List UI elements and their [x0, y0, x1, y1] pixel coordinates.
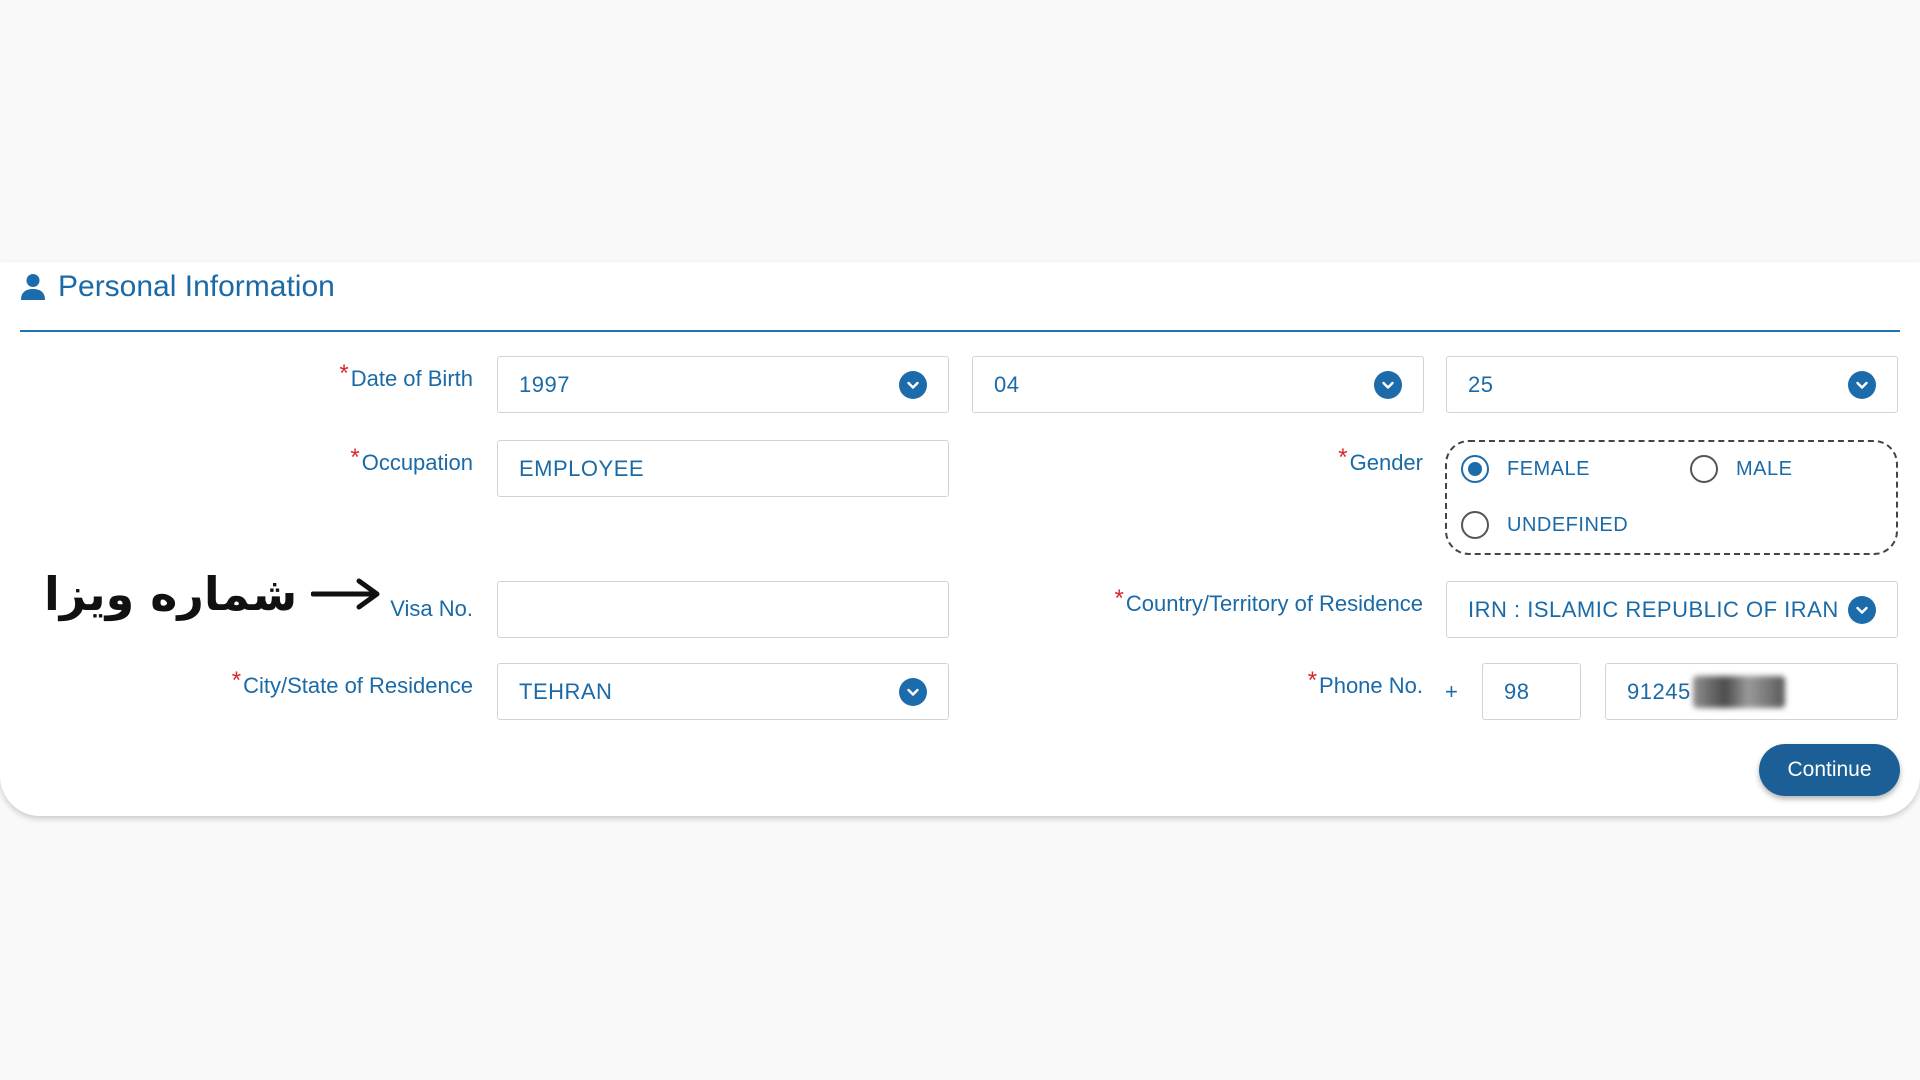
gender-option-male[interactable]: MALE — [1690, 455, 1792, 483]
phone-label: *Phone No. — [1307, 667, 1423, 698]
birth-day-value: 25 — [1468, 371, 1494, 397]
person-icon — [21, 274, 45, 300]
visa-no-label: Visa No. — [390, 596, 473, 621]
section-header: Personal Information — [20, 270, 335, 304]
phone-plus-sign: + — [1445, 679, 1458, 704]
occupation-label: *Occupation — [350, 444, 473, 475]
required-asterisk: * — [1307, 667, 1318, 694]
required-asterisk: * — [339, 360, 349, 387]
chevron-down-icon — [1848, 370, 1876, 399]
required-asterisk: * — [350, 444, 360, 471]
city-label: *City/State of Residence — [231, 667, 473, 698]
section-title: Personal Information — [58, 270, 335, 303]
country-value: IRN : ISLAMIC REPUBLIC OF IRAN — [1468, 596, 1839, 622]
chevron-down-icon — [899, 677, 927, 706]
birth-year-select[interactable]: 1997 — [497, 356, 949, 413]
birth-month-select[interactable]: 04 — [972, 356, 1424, 413]
gender-option-undefined[interactable]: UNDEFINED — [1461, 511, 1628, 539]
phone-country-code-input[interactable]: 98 — [1482, 663, 1581, 720]
chevron-down-icon — [1374, 370, 1402, 399]
birth-day-select[interactable]: 25 — [1446, 356, 1898, 413]
radio-selected-icon[interactable] — [1461, 455, 1489, 483]
city-value: TEHRAN — [519, 678, 613, 704]
country-label: *Country/Territory of Residence — [1114, 585, 1423, 616]
required-asterisk: * — [231, 667, 242, 694]
occupation-value: EMPLOYEE — [519, 455, 645, 481]
phone-number-input[interactable]: 91245 — [1605, 663, 1898, 720]
required-asterisk: * — [1114, 585, 1124, 612]
visa-no-input[interactable] — [497, 581, 949, 638]
gender-option-female[interactable]: FEMALE — [1461, 455, 1590, 483]
radio-unselected-icon[interactable] — [1690, 455, 1718, 483]
chevron-down-icon — [1848, 595, 1876, 624]
date-of-birth-label: *Date of Birth — [339, 360, 473, 391]
redacted-blur — [1692, 675, 1785, 708]
chevron-down-icon — [899, 370, 927, 399]
phone-number-value: 91245 — [1627, 678, 1691, 704]
birth-month-value: 04 — [994, 371, 1020, 397]
visa-number-annotation: شماره ویزا — [44, 567, 383, 621]
header-divider — [20, 330, 1900, 332]
country-select[interactable]: IRN : ISLAMIC REPUBLIC OF IRAN — [1446, 581, 1898, 638]
annotation-text: شماره ویزا — [44, 567, 298, 621]
arrow-right-icon — [311, 578, 380, 610]
phone-country-code-value: 98 — [1504, 678, 1530, 704]
city-select[interactable]: TEHRAN — [497, 663, 949, 720]
personal-information-panel: Personal Information *Date of Birth 1997… — [0, 262, 1920, 816]
continue-button[interactable]: Continue — [1759, 744, 1900, 796]
occupation-input[interactable]: EMPLOYEE — [497, 440, 949, 497]
required-asterisk: * — [1338, 444, 1348, 471]
radio-unselected-icon[interactable] — [1461, 511, 1489, 539]
gender-radio-group: FEMALE MALE UNDEFINED — [1445, 440, 1898, 555]
gender-label: *Gender — [1338, 444, 1423, 475]
birth-year-value: 1997 — [519, 371, 570, 397]
